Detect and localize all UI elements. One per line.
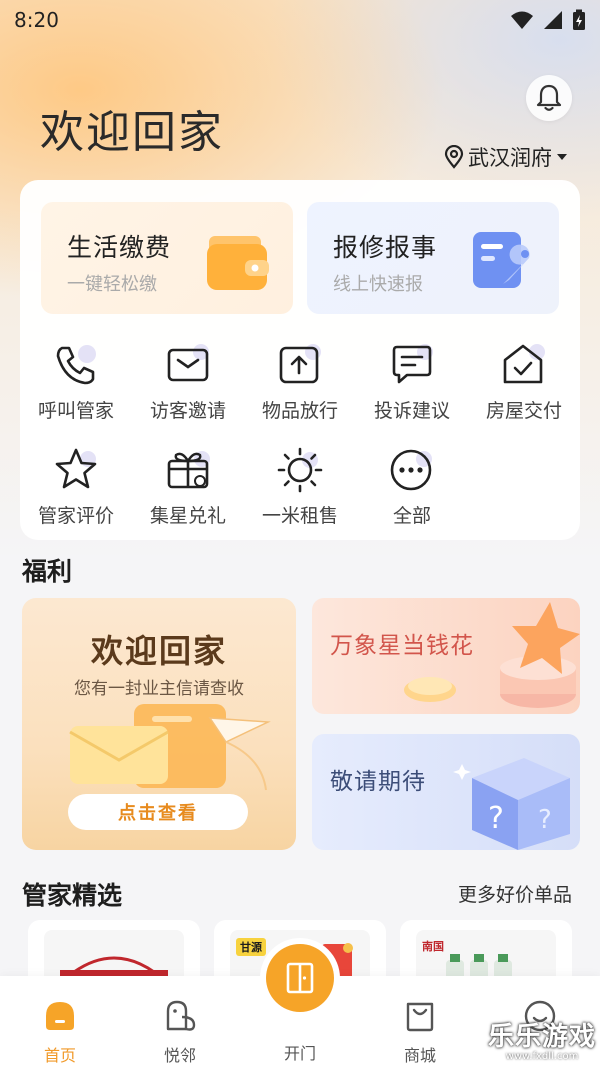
location-pin-icon xyxy=(444,145,464,169)
welfare-section-title: 福利 xyxy=(22,557,73,586)
welfare-card-title: 敬请期待 xyxy=(330,769,426,795)
service-call-butler[interactable]: 呼叫管家 xyxy=(26,340,126,423)
watermark-text: 乐乐游戏 xyxy=(487,1022,596,1052)
wifi-icon xyxy=(511,11,533,29)
service-label: 一米租售 xyxy=(261,505,338,527)
bell-icon xyxy=(536,84,562,111)
tab-home[interactable]: 首页 xyxy=(20,996,100,1066)
chat-icon xyxy=(392,344,433,384)
watermark: 乐乐游戏 www.fxdll.com xyxy=(484,1016,600,1066)
gift-icon xyxy=(167,451,210,489)
welcome-letter-card[interactable]: 欢迎回家 您有一封业主信请查收 点击查看 xyxy=(22,598,296,850)
status-icons xyxy=(510,9,586,31)
service-star-gift[interactable]: 集星兑礼 xyxy=(138,445,238,528)
welfare-card-subtitle: 您有一封业主信请查收 xyxy=(74,679,244,699)
tab-label: 悦邻 xyxy=(163,1046,196,1065)
battery-icon xyxy=(573,9,585,30)
door-icon xyxy=(286,962,314,994)
service-label: 呼叫管家 xyxy=(37,400,114,422)
svg-text:?: ? xyxy=(488,801,504,836)
home-icon xyxy=(46,1002,74,1030)
more-products-link[interactable]: 更多好价单品 xyxy=(458,880,572,907)
neighbors-icon xyxy=(166,1000,196,1031)
star-icon xyxy=(55,448,97,489)
star-money-card[interactable]: 万象星当钱花 xyxy=(312,598,580,714)
service-butler-review[interactable]: 管家评价 xyxy=(26,445,126,528)
service-label: 房屋交付 xyxy=(485,400,562,422)
service-complaint[interactable]: 投诉建议 xyxy=(362,340,462,423)
mail-icon xyxy=(167,344,209,382)
tab-neighbors[interactable]: 悦邻 xyxy=(140,996,220,1066)
signal-icon xyxy=(544,11,562,29)
product-brand: 南国 xyxy=(422,940,444,953)
service-label: 物品放行 xyxy=(261,400,338,422)
svg-text:?: ? xyxy=(538,805,552,835)
wallet-icon xyxy=(207,236,269,290)
service-all[interactable]: 全部 xyxy=(362,445,462,528)
service-item-release[interactable]: 物品放行 xyxy=(250,340,350,423)
more-icon xyxy=(390,449,432,491)
service-label: 集星兑礼 xyxy=(149,505,226,527)
envelope-illustration xyxy=(69,704,271,791)
sun-icon xyxy=(277,447,323,493)
open-door-button[interactable] xyxy=(266,944,334,1012)
tab-label: 首页 xyxy=(43,1046,76,1065)
service-label: 全部 xyxy=(392,505,431,527)
coming-soon-card[interactable]: 敬请期待 ? ? xyxy=(312,734,580,850)
picks-section-title: 管家精选 xyxy=(22,881,123,910)
life-payment-card[interactable]: 生活缴费 一键轻松缴 xyxy=(41,202,293,314)
wrench-document-icon xyxy=(473,232,530,288)
service-label: 访客邀请 xyxy=(149,400,226,422)
shopping-bag-icon xyxy=(406,1002,434,1032)
repair-report-card[interactable]: 报修报事 线上快速报 xyxy=(307,202,559,314)
service-rent-sale[interactable]: 一米租售 xyxy=(250,445,350,528)
welfare-card-title: 欢迎回家 xyxy=(90,632,227,670)
mystery-box-illustration: ? ? xyxy=(453,758,570,850)
star-coin-illustration xyxy=(404,602,580,708)
upload-box-icon xyxy=(279,344,321,384)
product-brand: 甘源 xyxy=(236,938,266,956)
service-house-delivery[interactable]: 房屋交付 xyxy=(474,340,574,423)
location-selector[interactable]: 武汉润府 xyxy=(444,142,568,172)
service-label: 投诉建议 xyxy=(373,400,450,422)
status-time: 8:20 xyxy=(14,8,59,32)
tab-label: 商城 xyxy=(403,1046,436,1065)
location-name: 武汉润府 xyxy=(468,146,552,170)
tab-mall[interactable]: 商城 xyxy=(380,996,460,1066)
house-check-icon xyxy=(503,344,545,384)
caret-down-icon xyxy=(557,154,567,160)
status-bar: 8:20 xyxy=(0,0,600,40)
phone-icon xyxy=(56,345,96,385)
open-door-label: 开门 xyxy=(283,1044,316,1063)
service-visitor-invite[interactable]: 访客邀请 xyxy=(138,340,238,423)
notification-button[interactable] xyxy=(526,75,572,121)
page-title: 欢迎回家 xyxy=(40,107,224,158)
services-card: 生活缴费 一键轻松缴 报修报事 线上快速报 呼叫管家 访客邀请 物品放行 投诉建… xyxy=(20,180,580,540)
service-label: 管家评价 xyxy=(37,505,114,527)
view-letter-button[interactable]: 点击查看 xyxy=(68,794,248,830)
